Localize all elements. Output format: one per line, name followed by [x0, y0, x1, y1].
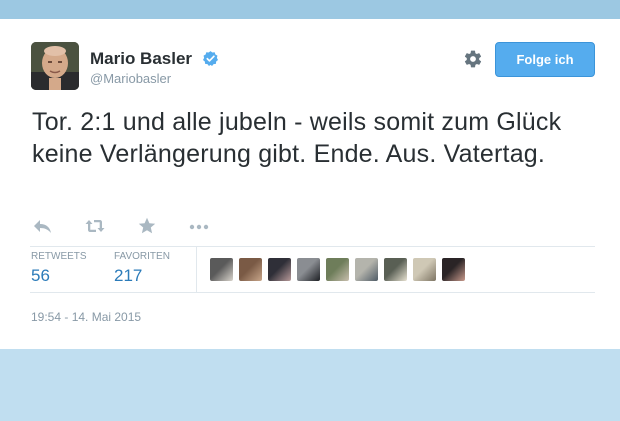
favoriter-avatar[interactable]	[297, 258, 320, 281]
favoriter-avatar[interactable]	[442, 258, 465, 281]
more-dots-icon[interactable]	[188, 217, 210, 235]
favorites-count[interactable]: 217	[114, 266, 142, 286]
tweet-card: Mario Basler @Mariobasler Folge ich Tor.…	[0, 19, 620, 349]
author-handle[interactable]: @Mariobasler	[90, 71, 171, 86]
author-avatar[interactable]	[31, 42, 79, 90]
favoriter-avatar[interactable]	[355, 258, 378, 281]
favoriter-avatar[interactable]	[326, 258, 349, 281]
stats-bottom-divider	[30, 292, 595, 293]
star-icon[interactable]	[136, 217, 158, 235]
favorites-label: FAVORITEN	[114, 251, 170, 262]
stats-top-divider	[30, 246, 595, 247]
top-banner	[0, 0, 620, 19]
retweets-label: RETWEETS	[31, 251, 87, 262]
author-name[interactable]: Mario Basler	[90, 49, 192, 69]
retweet-icon[interactable]	[84, 217, 106, 235]
favoriter-avatar[interactable]	[268, 258, 291, 281]
verified-badge-icon	[202, 51, 219, 67]
tweet-text: Tor. 2:1 und alle jubeln - weils somit z…	[32, 108, 562, 168]
follow-button[interactable]: Folge ich	[495, 42, 595, 77]
reply-icon[interactable]	[32, 217, 54, 235]
bottom-banner	[0, 349, 620, 421]
favoriter-avatar[interactable]	[210, 258, 233, 281]
gear-icon[interactable]	[463, 49, 483, 69]
favoriter-avatar[interactable]	[384, 258, 407, 281]
stats-separator	[196, 246, 197, 292]
retweets-count[interactable]: 56	[31, 266, 50, 286]
favoriter-avatar[interactable]	[413, 258, 436, 281]
tweet-timestamp[interactable]: 19:54 - 14. Mai 2015	[31, 310, 141, 324]
favoriter-avatar[interactable]	[239, 258, 262, 281]
